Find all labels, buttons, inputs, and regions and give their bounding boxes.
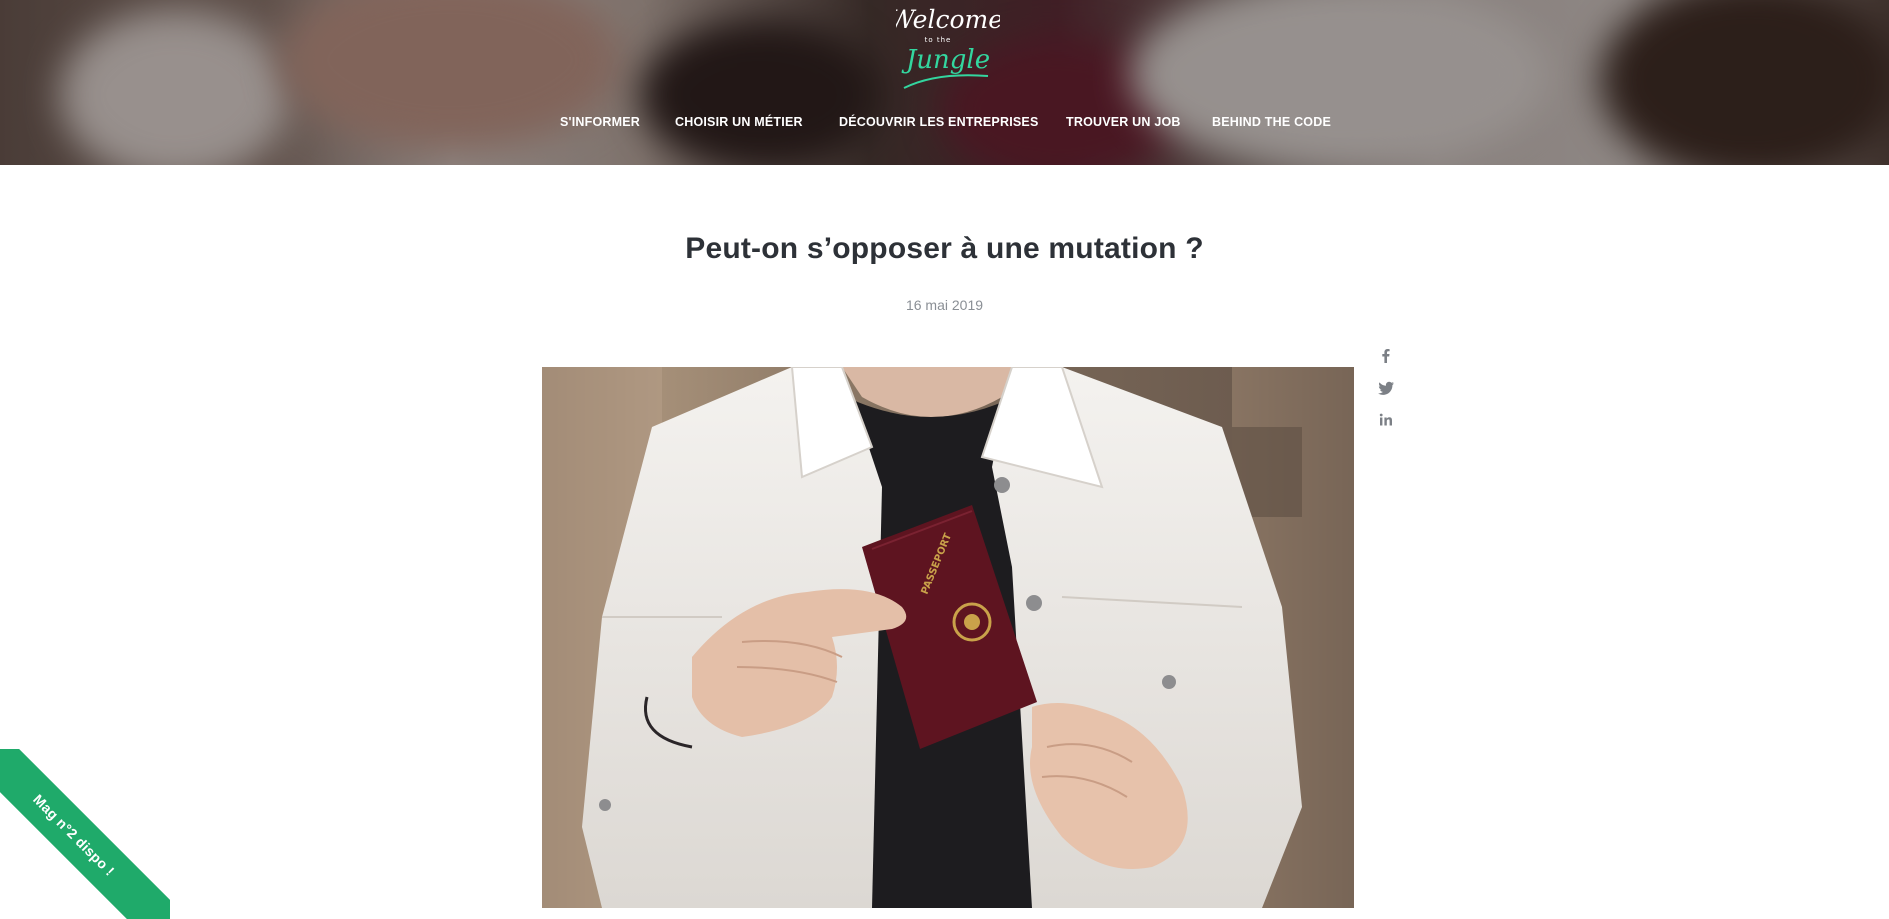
nav-item-choisir-un-metier[interactable]: CHOISIR UN MÉTIER [675,115,803,129]
nav-item-trouver-un-job[interactable]: TROUVER UN JOB [1066,115,1181,129]
ribbon-label: Mag n°2 dispo ! [30,791,118,879]
logo-line2: to the [925,36,952,44]
logo-line1: Welcome [896,5,1000,34]
welcome-to-the-jungle-logo[interactable]: Welcome to the Jungle [896,2,1000,94]
twitter-icon[interactable] [1376,378,1396,398]
share-bar [1376,346,1396,442]
logo-swoosh [903,74,989,89]
corner-ribbon: Mag n°2 dispo ! [0,749,170,919]
hero-illustration: PASSEPORT [542,367,1354,908]
article-title: Peut-on s’opposer à une mutation ? [685,232,1204,265]
article-date: 16 mai 2019 [905,297,984,313]
main-nav: S'INFORMER CHOISIR UN MÉTIER DÉCOUVRIR L… [0,115,1889,133]
nav-item-decouvrir-les-entreprises[interactable]: DÉCOUVRIR LES ENTREPRISES [839,115,1038,129]
nav-item-sinformer[interactable]: S'INFORMER [560,115,640,129]
mag-ribbon-link[interactable]: Mag n°2 dispo ! [0,749,170,919]
facebook-icon[interactable] [1376,346,1396,366]
linkedin-icon[interactable] [1376,410,1396,430]
header-banner: Welcome to the Jungle S'INFORMER CHOISIR… [0,0,1889,165]
nav-item-behind-the-code[interactable]: BEHIND THE CODE [1212,115,1331,129]
logo-line3: Jungle [901,45,990,75]
article-hero-image: PASSEPORT [542,367,1354,908]
